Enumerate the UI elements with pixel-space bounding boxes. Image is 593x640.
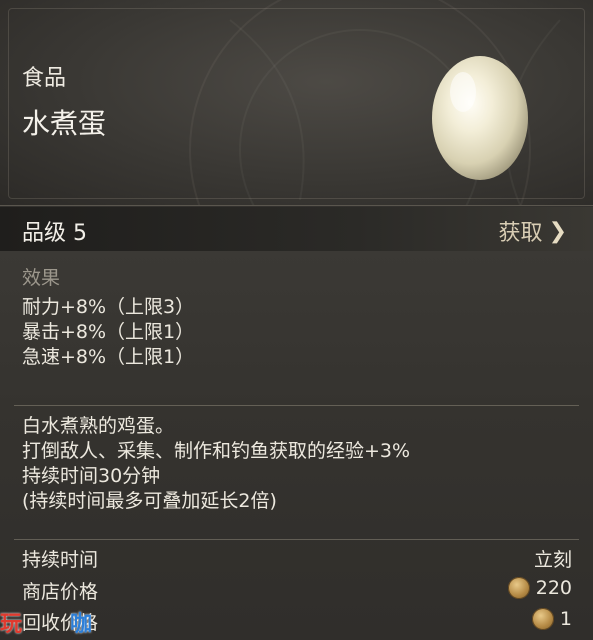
item-grade: 品级 5	[22, 221, 87, 246]
buyback-row: 回收价格 1	[22, 608, 572, 638]
description-line: 白水煮熟的鸡蛋。	[22, 415, 175, 437]
description-line: (持续时间最多可叠加延长2倍)	[22, 490, 277, 512]
effect-line: 耐力+8%（上限3）	[22, 296, 195, 318]
duration-value: 立刻	[534, 545, 572, 572]
effects-title: 效果	[22, 267, 61, 289]
buyback-value: 1	[531, 608, 572, 630]
divider	[14, 539, 579, 540]
shop-price-row: 商店价格 220	[22, 577, 572, 607]
duration-value-text: 立刻	[533, 549, 572, 571]
watermark-logo: 玩 咖	[0, 604, 92, 640]
item-name: 水煮蛋	[22, 107, 107, 140]
egg-icon	[425, 40, 535, 189]
item-description: 白水煮熟的鸡蛋。 打倒敌人、采集、制作和钓鱼获取的经验+3% 持续时间30分钟 …	[22, 414, 410, 514]
item-category: 食品	[22, 66, 67, 91]
watermark-char: 咖	[70, 612, 93, 637]
effects-list: 耐力+8%（上限3） 暴击+8%（上限1） 急速+8%（上限1）	[22, 295, 194, 370]
effect-line: 暴击+8%（上限1）	[22, 321, 195, 343]
divider	[14, 405, 579, 406]
grade-bar: 品级 5 获取 ❯	[0, 207, 593, 251]
obtain-button[interactable]: 获取 ❯	[499, 215, 567, 247]
effect-line: 急速+8%（上限1）	[22, 346, 195, 368]
duration-row: 持续时间 立刻	[22, 545, 572, 575]
obtain-label: 获取	[498, 221, 543, 246]
watermark-char: 玩	[0, 612, 23, 637]
buyback-amount: 1	[559, 608, 572, 630]
duration-label: 持续时间	[22, 549, 99, 571]
item-header: 食品 水煮蛋	[0, 0, 593, 206]
description-line: 打倒敌人、采集、制作和钓鱼获取的经验+3%	[22, 440, 411, 462]
coin-icon	[507, 577, 530, 599]
chevron-right-icon: ❯	[548, 218, 567, 244]
shop-price-amount: 220	[535, 577, 572, 599]
description-line: 持续时间30分钟	[22, 465, 161, 487]
coin-icon	[531, 608, 554, 630]
shop-price-label: 商店价格	[22, 581, 99, 603]
shop-price-value: 220	[507, 577, 572, 599]
item-details: 效果 耐力+8%（上限3） 暴击+8%（上限1） 急速+8%（上限1） 白水煮熟…	[0, 251, 593, 640]
item-tooltip: 食品 水煮蛋 品级 5 获取 ❯ 效果 耐力+8%（上限3） 暴击+8%（上限1…	[0, 0, 593, 640]
